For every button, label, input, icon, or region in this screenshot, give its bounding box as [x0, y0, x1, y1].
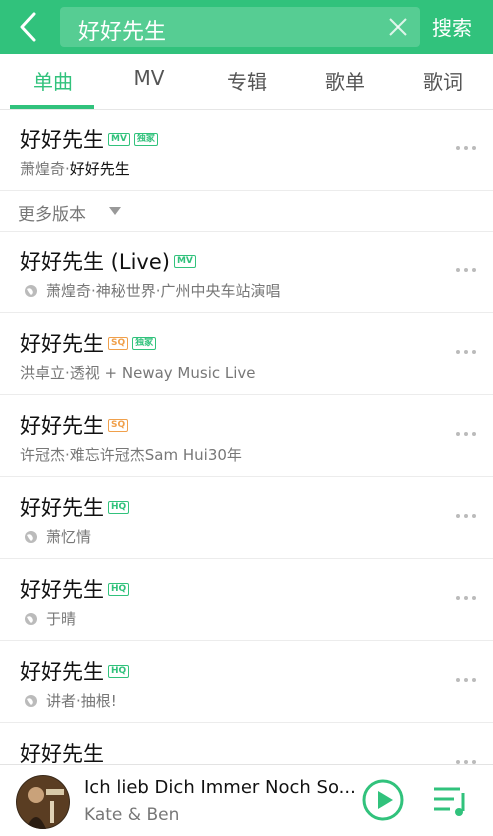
song-subtitle: 讲者·抽根! [20, 690, 117, 711]
song-title: 好好先生 [20, 332, 104, 356]
song-title: 好好先生 [20, 128, 104, 152]
globe-icon [24, 530, 38, 544]
more-versions-label: 更多版本 [18, 205, 86, 225]
album-cover[interactable] [16, 775, 70, 829]
song-title-line: 好好先生 SQ [20, 410, 129, 440]
more-options-icon[interactable] [456, 350, 478, 356]
song-title: 好好先生 [20, 496, 104, 520]
more-options-icon[interactable] [456, 514, 478, 520]
song-artist: 萧煌奇·神秘世界·广州中央车站演唱 [46, 282, 281, 300]
clear-icon[interactable] [388, 17, 408, 37]
tab-albums[interactable]: 专辑 [198, 66, 296, 95]
song-album: 好好先生 [69, 160, 130, 178]
playlist-icon[interactable] [430, 781, 470, 821]
song-title-line: 好好先生 HQ [20, 656, 130, 686]
more-options-icon[interactable] [456, 432, 478, 438]
song-artist: 萧忆情 [46, 528, 92, 546]
tab-playlists[interactable]: 歌单 [296, 66, 394, 95]
song-title-line: 好好先生 [20, 738, 104, 764]
caret-down-icon [109, 207, 121, 215]
mini-player[interactable]: Ich lieb Dich Immer Noch So... Kate & Be… [0, 764, 493, 836]
tab-mv[interactable]: MV [100, 66, 198, 90]
more-options-icon[interactable] [456, 146, 478, 152]
song-subtitle: 萧煌奇· 好好先生 [20, 158, 130, 179]
exclusive-badge: 独家 [133, 132, 158, 146]
song-title: 好好先生 (Live) [20, 250, 170, 274]
song-title-line: 好好先生 SQ 独家 [20, 328, 157, 358]
tab-songs[interactable]: 单曲 [4, 66, 102, 95]
hq-badge: HQ [108, 582, 130, 596]
song-row[interactable]: 好好先生 MV 独家 萧煌奇· 好好先生 [0, 110, 493, 191]
song-title-line: 好好先生 (Live) MV [20, 246, 196, 276]
song-artist: 许冠杰·难忘许冠杰Sam Hui30年 [20, 446, 242, 464]
tab-lyrics[interactable]: 歌词 [394, 66, 492, 95]
globe-icon [24, 612, 38, 626]
song-row[interactable]: 好好先生 [0, 724, 493, 764]
globe-icon [24, 694, 38, 708]
song-row[interactable]: 好好先生 (Live) MV 萧煌奇·神秘世界·广州中央车站演唱 [0, 232, 493, 313]
now-playing-artist: Kate & Ben [84, 805, 180, 825]
now-playing-title: Ich lieb Dich Immer Noch So... [84, 777, 356, 798]
exclusive-badge: 独家 [132, 336, 157, 350]
song-row[interactable]: 好好先生 HQ 萧忆情 [0, 478, 493, 559]
more-options-icon[interactable] [456, 268, 478, 274]
song-title: 好好先生 [20, 578, 104, 602]
song-row[interactable]: 好好先生 HQ 于晴 [0, 560, 493, 641]
more-versions-toggle[interactable]: 更多版本 [0, 190, 493, 232]
more-options-icon[interactable] [456, 596, 478, 602]
song-list: 好好先生 MV 独家 萧煌奇· 好好先生 更多版本 好好先生 (Live) MV … [0, 110, 493, 764]
sq-badge: SQ [108, 336, 129, 350]
active-tab-indicator [10, 105, 94, 109]
sq-badge: SQ [108, 418, 129, 432]
song-subtitle: 萧忆情 [20, 526, 91, 547]
search-query-text: 好好先生 [78, 20, 167, 45]
song-artist: 萧煌奇· [20, 160, 70, 178]
song-subtitle: 萧煌奇·神秘世界·广州中央车站演唱 [20, 280, 281, 301]
top-bar: 好好先生 搜索 [0, 0, 493, 54]
mv-badge: MV [108, 132, 130, 146]
back-icon[interactable] [14, 10, 44, 44]
song-subtitle: 于晴 [20, 608, 76, 629]
song-subtitle: 洪卓立·透视 + Neway Music Live [20, 362, 256, 383]
tab-bar: 单曲 MV 专辑 歌单 歌词 [0, 54, 493, 110]
song-row[interactable]: 好好先生 HQ 讲者·抽根! [0, 642, 493, 723]
song-title-line: 好好先生 HQ [20, 574, 130, 604]
song-row[interactable]: 好好先生 SQ 独家 洪卓立·透视 + Neway Music Live [0, 314, 493, 395]
search-input[interactable]: 好好先生 [60, 7, 420, 47]
song-title: 好好先生 [20, 660, 104, 684]
song-title: 好好先生 [20, 414, 104, 438]
song-row[interactable]: 好好先生 SQ 许冠杰·难忘许冠杰Sam Hui30年 [0, 396, 493, 477]
hq-badge: HQ [108, 664, 130, 678]
mv-badge: MV [173, 254, 196, 268]
more-options-icon[interactable] [456, 678, 478, 684]
search-button[interactable]: 搜索 [432, 12, 472, 41]
song-subtitle: 许冠杰·难忘许冠杰Sam Hui30年 [20, 444, 242, 465]
song-title: 好好先生 [20, 742, 104, 764]
globe-icon [24, 284, 38, 298]
play-icon[interactable] [362, 779, 404, 821]
song-title-line: 好好先生 HQ [20, 492, 130, 522]
song-title-line: 好好先生 MV 独家 [20, 124, 158, 154]
song-artist: 于晴 [46, 610, 77, 628]
song-artist: 洪卓立·透视 + Neway Music Live [20, 364, 256, 382]
song-artist: 讲者·抽根! [46, 692, 117, 710]
hq-badge: HQ [108, 500, 130, 514]
